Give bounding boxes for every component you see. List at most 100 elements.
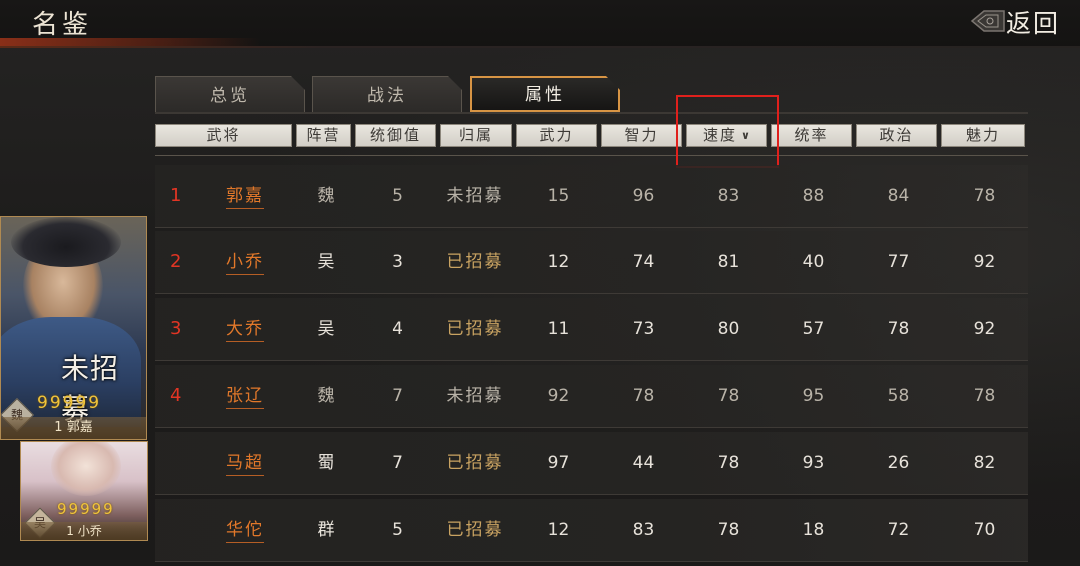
chevron-double-down-icon: ∨ [741, 129, 750, 142]
header-speed[interactable]: 速度 ∨ [686, 124, 767, 147]
cell-cost: 4 [392, 319, 403, 339]
cell-cha: 70 [973, 520, 996, 540]
portrait [51, 442, 121, 496]
header-speed-label: 速度 [703, 126, 738, 144]
cell-cost: 5 [392, 186, 403, 206]
general-card-xiaoqiao[interactable]: 吴 99999 1 小乔 [20, 441, 148, 541]
cell-name: 小乔 [195, 231, 295, 293]
cell-cha: 78 [973, 186, 996, 206]
table-row[interactable]: 华佗 群 5 已招募 12 83 78 18 72 70 [155, 499, 1028, 562]
cell-lead: 57 [802, 319, 825, 339]
cell-cha: 92 [973, 252, 996, 272]
cell-cost: 7 [392, 386, 403, 406]
cell-pol: 58 [887, 386, 910, 406]
cell-int: 83 [632, 520, 655, 540]
header-strength[interactable]: 武力 [516, 124, 597, 147]
table-row[interactable]: 3 大乔吴 4 已招募 11 73 80 57 78 92 [155, 298, 1028, 361]
hair [11, 217, 121, 267]
general-card-guojia[interactable]: 未招募 魏 99999 1 郭嘉 [0, 216, 147, 440]
cell-faction: 魏 [317, 386, 335, 406]
cell-pol: 78 [887, 319, 910, 339]
cell-int: 74 [632, 252, 655, 272]
cell-spd: 78 [717, 386, 740, 406]
general-name-link[interactable]: 小乔 [226, 252, 264, 275]
cell-status: 已招募 [446, 252, 504, 272]
cell-name: 郭嘉 [195, 165, 295, 227]
header-status[interactable]: 归属 [440, 124, 512, 147]
cell-faction: 魏 [317, 186, 335, 206]
header-cost[interactable]: 统御值 [355, 124, 436, 147]
header-charm[interactable]: 魅力 [941, 124, 1025, 147]
cell-spd: 78 [717, 453, 740, 473]
cell-spd: 83 [717, 186, 740, 206]
card-status-overlay: 未招募 [61, 352, 120, 425]
cell-faction: 吴 [317, 319, 335, 339]
cell-name: 华佗 [195, 499, 295, 561]
cell-lead: 18 [802, 520, 825, 540]
cell-pol: 26 [887, 453, 910, 473]
cell-cost: 3 [392, 252, 403, 272]
cell-faction: 蜀 [317, 453, 335, 473]
top-bar: 名鉴 返回 [0, 0, 1080, 48]
header-intelligence[interactable]: 智力 [601, 124, 682, 147]
cell-cost: 5 [392, 520, 403, 540]
tab-tactics[interactable]: 战法 [312, 76, 462, 112]
card-stars: 99999 [57, 500, 115, 518]
cell-name: 大乔 [195, 298, 295, 360]
cell-lead: 93 [802, 453, 825, 473]
cell-pol: 84 [887, 186, 910, 206]
table-row[interactable]: 马超 蜀 7 已招募 97 44 78 93 26 82 [155, 432, 1028, 495]
header-general[interactable]: 武将 [155, 124, 292, 147]
cell-lead: 88 [802, 186, 825, 206]
cell-cha: 92 [973, 319, 996, 339]
card-footer: 1 小乔 [21, 522, 147, 540]
header-leadership[interactable]: 统率 [771, 124, 852, 147]
cell-pol: 77 [887, 252, 910, 272]
page-title: 名鉴 [32, 10, 93, 40]
general-name-link[interactable]: 马超 [226, 453, 264, 476]
tab-attributes[interactable]: 属性 [470, 76, 620, 112]
cell-faction: 吴 [317, 252, 335, 272]
table-row[interactable]: 2 小乔吴 3 已招募 12 74 81 40 77 92 [155, 231, 1028, 294]
back-button[interactable]: 返回 [970, 2, 1080, 40]
top-bar-divider [0, 46, 1080, 48]
cell-status: 已招募 [446, 319, 504, 339]
back-button-label: 返回 [1006, 9, 1061, 38]
cell-str: 12 [547, 520, 570, 540]
general-name-link[interactable]: 张辽 [226, 386, 264, 409]
cell-faction: 群 [317, 520, 335, 540]
cell-lead: 95 [802, 386, 825, 406]
cell-str: 11 [547, 319, 570, 339]
general-name-link[interactable]: 华佗 [226, 520, 264, 543]
general-name-link[interactable]: 郭嘉 [226, 186, 264, 209]
cell-int: 44 [632, 453, 655, 473]
header-underline [155, 155, 1028, 156]
card-stars: 99999 [37, 393, 102, 413]
cell-spd: 78 [717, 520, 740, 540]
cell-name: 张辽 [195, 365, 295, 427]
tab-overview[interactable]: 总览 [155, 76, 305, 112]
cell-str: 97 [547, 453, 570, 473]
cell-name: 马超 [195, 432, 295, 494]
cell-spd: 81 [717, 252, 740, 272]
cell-str: 15 [547, 186, 570, 206]
header-faction[interactable]: 阵营 [296, 124, 351, 147]
cell-int: 78 [632, 386, 655, 406]
table-row[interactable]: 1 郭嘉魏 5 未招募 15 96 83 88 84 78 [155, 165, 1028, 228]
card-footer: 1 郭嘉 [1, 417, 146, 439]
general-name-link[interactable]: 大乔 [226, 319, 264, 342]
cell-status: 未招募 [446, 386, 504, 406]
cell-status: 未招募 [446, 186, 504, 206]
cell-status: 已招募 [446, 520, 504, 540]
cell-int: 96 [632, 186, 655, 206]
back-ornament-icon [970, 10, 1005, 32]
header-politics[interactable]: 政治 [856, 124, 937, 147]
cell-cha: 78 [973, 386, 996, 406]
cell-lead: 40 [802, 252, 825, 272]
cell-str: 12 [547, 252, 570, 272]
cell-spd: 80 [717, 319, 740, 339]
tabs-underline [155, 112, 1028, 114]
cell-int: 73 [632, 319, 655, 339]
cell-cha: 82 [973, 453, 996, 473]
table-row[interactable]: 4 张辽魏 7 未招募 92 78 78 95 58 78 [155, 365, 1028, 428]
